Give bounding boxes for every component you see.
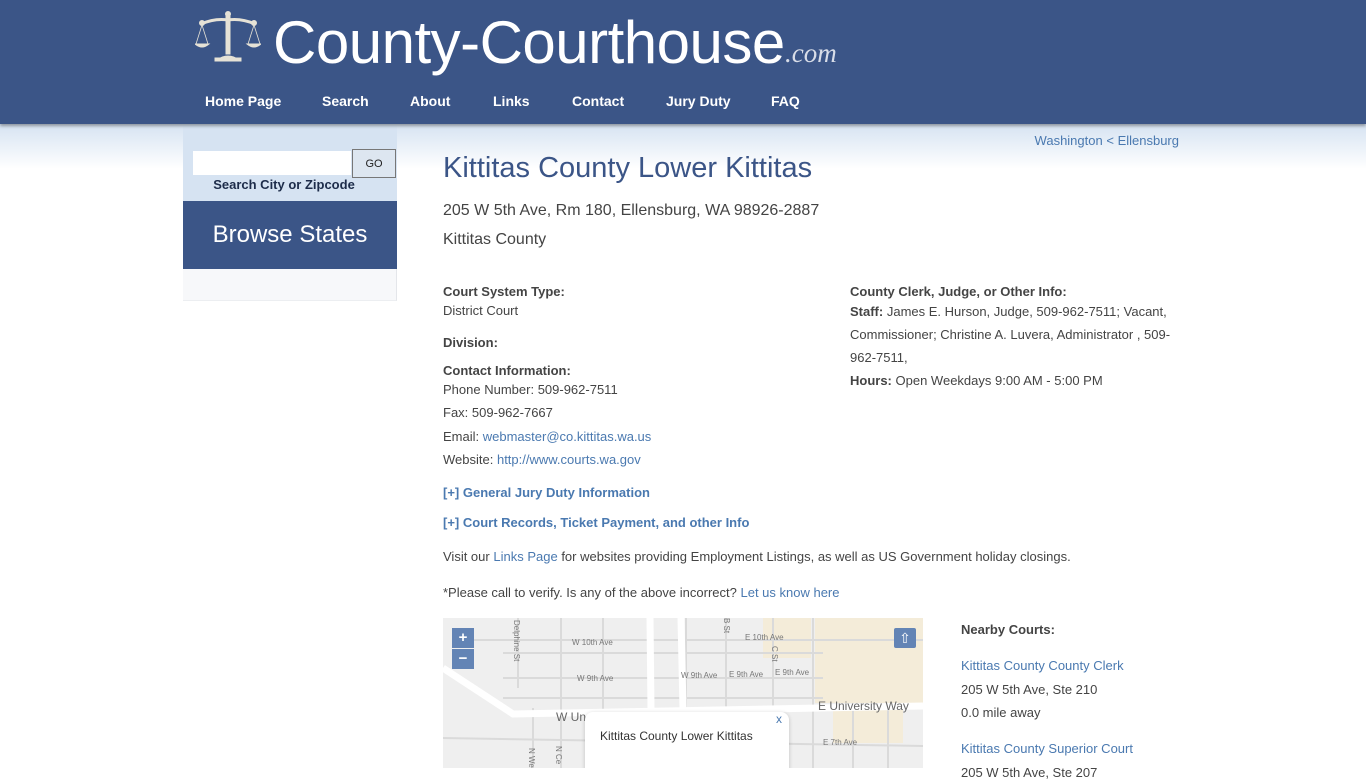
- nearby-court-link[interactable]: Kittitas County Superior Court: [961, 741, 1133, 756]
- verify-note-text: *Please call to verify. Is any of the ab…: [443, 585, 737, 600]
- up-arrow-icon[interactable]: ⇧: [894, 628, 916, 648]
- go-button[interactable]: GO: [352, 149, 396, 178]
- nav-contact[interactable]: Contact: [572, 86, 624, 116]
- hours-info: Hours: Open Weekdays 9:00 AM - 5:00 PM: [850, 369, 1180, 392]
- map-zoom-in-button[interactable]: +: [452, 628, 474, 648]
- links-page-link[interactable]: Links Page: [493, 549, 557, 564]
- search-box: GO Search City or Zipcode: [183, 124, 397, 201]
- email-row: Email: webmaster@co.kittitas.wa.us: [443, 429, 651, 444]
- logo-suffix: .com: [785, 38, 837, 68]
- close-icon[interactable]: x: [776, 712, 782, 726]
- links-note-prefix: Visit our: [443, 549, 490, 564]
- nearby-court-address: 205 W 5th Ave, Ste 207: [961, 765, 1098, 780]
- street-label: E University Way: [818, 699, 909, 713]
- fax-value: 509-962-7667: [471, 405, 553, 420]
- court-county: Kittitas County: [443, 231, 547, 248]
- system-type-value: District Court: [443, 303, 519, 318]
- page-title: Kittitas County Lower Kittitas: [443, 152, 813, 184]
- nav-jury-duty[interactable]: Jury Duty: [666, 86, 731, 116]
- contact-info-label: Contact Information:: [443, 363, 571, 378]
- report-error-link[interactable]: Let us know here: [740, 585, 839, 600]
- breadcrumb: Washington < Ellensburg: [1035, 133, 1179, 148]
- street-label: E 9th Ave: [729, 670, 764, 679]
- street-label: C St: [770, 646, 779, 662]
- site-header: County-Courthouse .com Home Page Search …: [0, 0, 1366, 124]
- jury-duty-info-toggle[interactable]: [+] General Jury Duty Information: [443, 485, 650, 500]
- street-label: E 7th Ave: [823, 738, 858, 747]
- nearby-court-distance: 0.0 mile away: [961, 705, 1041, 720]
- email-link[interactable]: webmaster@co.kittitas.wa.us: [483, 429, 652, 444]
- nearby-courts-heading: Nearby Courts:: [961, 622, 1055, 637]
- map-popup: x Kittitas County Lower Kittitas: [585, 712, 789, 768]
- street-label: W 10th Ave: [572, 638, 613, 647]
- nav-home[interactable]: Home Page: [205, 86, 281, 116]
- website-label: Website:: [443, 452, 494, 467]
- street-label: W 9th Ave: [577, 674, 614, 683]
- system-type-label: Court System Type:: [443, 284, 565, 299]
- location-map[interactable]: W 10th Ave W 9th Ave W 9th Ave E 9th Ave…: [443, 618, 923, 768]
- staff-line-3: 962-7511,: [850, 350, 908, 365]
- nav-links[interactable]: Links: [493, 86, 530, 116]
- logo-text: County-Courthouse: [273, 9, 785, 76]
- street-label: W 9th Ave: [681, 671, 718, 680]
- phone-label: Phone Number:: [443, 382, 535, 397]
- city-zip-search-input[interactable]: [193, 151, 351, 175]
- staff-info: Staff: James E. Hurson, Judge, 509-962-7…: [850, 300, 1180, 369]
- browse-states-label: Browse States: [212, 221, 368, 248]
- court-details-right: County Clerk, Judge, or Other Info: Staf…: [850, 284, 1180, 392]
- street-label: N We: [527, 748, 536, 768]
- website-row: Website: http://www.courts.wa.gov: [443, 452, 641, 467]
- nav-faq[interactable]: FAQ: [771, 86, 800, 116]
- nearby-court-address: 205 W 5th Ave, Ste 210: [961, 682, 1098, 697]
- links-note-suffix: for websites providing Employment Listin…: [561, 549, 1071, 564]
- breadcrumb-separator: <: [1106, 133, 1114, 148]
- hours-label: Hours:: [850, 373, 892, 388]
- staff-label: Staff:: [850, 304, 884, 319]
- court-records-info-toggle[interactable]: [+] Court Records, Ticket Payment, and o…: [443, 515, 749, 530]
- street-label: B St: [722, 618, 731, 634]
- street-label: E 10th Ave: [745, 633, 784, 642]
- nav-about[interactable]: About: [410, 86, 450, 116]
- links-page-note: Visit our Links Page for websites provid…: [443, 549, 1071, 564]
- search-label: Search City or Zipcode: [213, 177, 355, 192]
- division-label: Division:: [443, 335, 498, 350]
- breadcrumb-city[interactable]: Ellensburg: [1118, 133, 1179, 148]
- sidebar: GO Search City or Zipcode Browse States: [183, 124, 397, 301]
- sidebar-footer: [183, 269, 397, 301]
- fax-label: Fax:: [443, 405, 469, 420]
- map-popup-title: Kittitas County Lower Kittitas: [600, 729, 753, 743]
- browse-states-button[interactable]: Browse States: [183, 201, 397, 269]
- street-label: Delphine St: [512, 620, 521, 662]
- map-zoom-out-button[interactable]: −: [452, 649, 474, 669]
- street-label: N Ce: [554, 746, 563, 765]
- fax-row: Fax: 509-962-7667: [443, 405, 553, 420]
- street-label: W Un: [556, 710, 586, 724]
- phone-row: Phone Number: 509-962-7511: [443, 382, 618, 397]
- phone-value: 509-962-7511: [537, 382, 618, 397]
- court-address: 205 W 5th Ave, Rm 180, Ellensburg, WA 98…: [443, 202, 820, 219]
- nearby-court-link[interactable]: Kittitas County County Clerk: [961, 658, 1124, 673]
- staff-line-1: James E. Hurson, Judge, 509-962-7511; Va…: [886, 304, 1167, 319]
- scales-of-justice-icon: [195, 11, 261, 62]
- website-link[interactable]: http://www.courts.wa.gov: [497, 452, 641, 467]
- nav-search[interactable]: Search: [322, 86, 369, 116]
- other-info-label: County Clerk, Judge, or Other Info:: [850, 284, 1067, 299]
- hours-value: Open Weekdays 9:00 AM - 5:00 PM: [895, 373, 1103, 388]
- staff-line-2: Commissioner; Christine A. Luvera, Admin…: [850, 327, 1171, 342]
- email-label: Email:: [443, 429, 480, 444]
- street-label: E 9th Ave: [775, 668, 810, 677]
- verify-note: *Please call to verify. Is any of the ab…: [443, 585, 840, 600]
- breadcrumb-state[interactable]: Washington: [1035, 133, 1103, 148]
